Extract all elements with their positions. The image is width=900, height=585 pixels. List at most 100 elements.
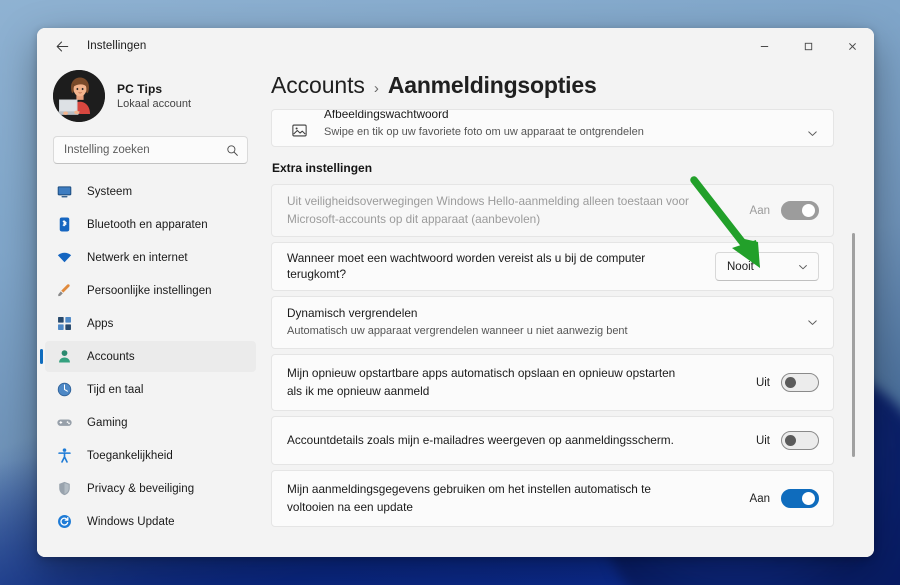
page-title: Aanmeldingsopties <box>388 72 597 99</box>
sidebar-item-netwerk-en-internet[interactable]: Netwerk en internet <box>45 242 256 273</box>
chevron-down-icon[interactable] <box>806 127 819 140</box>
sidebar-item-label: Systeem <box>87 186 132 198</box>
back-arrow-icon <box>55 39 70 54</box>
picture-icon <box>287 122 311 139</box>
card-text: Mijn opnieuw opstartbare apps automatisc… <box>287 365 742 399</box>
sidebar-item-label: Windows Update <box>87 516 175 528</box>
update-refresh-icon <box>55 512 74 531</box>
sidebar-item-privacy-beveiliging[interactable]: Privacy & beveiliging <box>45 473 256 504</box>
sidebar-item-label: Toegankelijkheid <box>87 450 173 462</box>
sidebar-item-label: Apps <box>87 318 113 330</box>
finish-setup-after-update-row: Mijn aanmeldingsgegevens gebruiken om he… <box>271 470 834 527</box>
maximize-button[interactable] <box>786 28 830 64</box>
sidebar-item-tijd-en-taal[interactable]: Tijd en taal <box>45 374 256 405</box>
apps-grid-icon <box>55 314 74 333</box>
restartable-apps-toggle[interactable] <box>781 373 819 392</box>
sidebar-item-label: Accounts <box>87 351 135 363</box>
window-controls <box>742 28 874 64</box>
toggle-group: Uit <box>756 373 819 392</box>
card-title: Wanneer moet een wachtwoord worden verei… <box>287 251 701 283</box>
sidebar-item-accounts[interactable]: Accounts <box>45 341 256 372</box>
toggle-group: Aan <box>750 489 819 508</box>
content-scrollbar[interactable] <box>848 229 859 557</box>
maximize-icon <box>803 41 814 52</box>
sidebar-nav-list: Systeem Bluetooth en apparaten <box>37 174 264 557</box>
account-type: Lokaal account <box>117 98 191 110</box>
breadcrumb-parent-link[interactable]: Accounts <box>271 72 365 99</box>
wifi-icon <box>55 248 74 267</box>
scrollbar-thumb[interactable] <box>852 233 855 457</box>
sidebar-item-label: Persoonlijke instellingen <box>87 285 212 297</box>
clock-globe-icon <box>55 380 74 399</box>
toggle-state-label: Aan <box>750 493 770 505</box>
card-title: Mijn opnieuw opstartbare apps automatisc… <box>287 365 679 399</box>
windows-hello-only-row: Uit veiligheidsoverwegingen Windows Hell… <box>271 184 834 237</box>
sidebar-item-toegankelijkheid[interactable]: Toegankelijkheid <box>45 440 256 471</box>
card-text: Wanneer moet een wachtwoord worden verei… <box>287 251 701 283</box>
window-title: Instellingen <box>87 40 146 52</box>
card-subtitle: Swipe en tik op uw favoriete foto om uw … <box>324 125 796 140</box>
sidebar-item-windows-update[interactable]: Windows Update <box>45 506 256 537</box>
require-signin-dropdown[interactable]: Nooit <box>715 252 819 281</box>
monitor-icon <box>55 182 74 201</box>
card-text: Afbeeldingswachtwoord Swipe en tik op uw… <box>324 109 796 140</box>
breadcrumb: Accounts › Aanmeldingsopties <box>271 64 874 109</box>
close-button[interactable] <box>830 28 874 64</box>
avatar <box>53 70 105 122</box>
settings-scroll-area: Afbeeldingswachtwoord Swipe en tik op uw… <box>271 109 874 555</box>
toggle-group: Aan <box>750 201 819 220</box>
breadcrumb-separator-icon: › <box>374 80 379 97</box>
card-title: Dynamisch vergrendelen <box>287 306 796 322</box>
sidebar-item-label: Privacy & beveiliging <box>87 483 194 495</box>
content-pane: Accounts › Aanmeldingsopties Afbee <box>264 64 874 557</box>
card-text: Accountdetails zoals mijn e-mailadres we… <box>287 433 742 449</box>
dynamic-lock-row[interactable]: Dynamisch vergrendelen Automatisch uw ap… <box>271 296 834 349</box>
gamepad-icon <box>55 413 74 432</box>
sidebar-item-bluetooth-en-apparaten[interactable]: Bluetooth en apparaten <box>45 209 256 240</box>
person-icon <box>55 347 74 366</box>
sidebar-item-persoonlijke-instellingen[interactable]: Persoonlijke instellingen <box>45 275 256 306</box>
close-icon <box>847 41 858 52</box>
dropdown-selected-value: Nooit <box>727 261 754 273</box>
search-wrap <box>37 132 264 174</box>
sidebar-item-label: Tijd en taal <box>87 384 143 396</box>
paintbrush-icon <box>55 281 74 300</box>
back-button[interactable] <box>47 32 77 60</box>
sidebar-item-systeem[interactable]: Systeem <box>45 176 256 207</box>
card-title: Mijn aanmeldingsgegevens gebruiken om he… <box>287 481 687 515</box>
require-signin-row: Wanneer moet een wachtwoord worden verei… <box>271 242 834 291</box>
account-name: PC Tips <box>117 82 191 96</box>
toggle-group: Uit <box>756 431 819 450</box>
card-title: Accountdetails zoals mijn e-mailadres we… <box>287 433 742 449</box>
sidebar: PC Tips Lokaal account <box>37 64 264 557</box>
minimize-button[interactable] <box>742 28 786 64</box>
window-titlebar: Instellingen <box>37 28 874 64</box>
show-account-details-row: Accountdetails zoals mijn e-mailadres we… <box>271 416 834 465</box>
picture-password-card[interactable]: Afbeeldingswachtwoord Swipe en tik op uw… <box>271 109 834 147</box>
search-input[interactable] <box>64 137 226 163</box>
card-title: Uit veiligheidsoverwegingen Windows Hell… <box>287 193 736 227</box>
sidebar-item-label: Gaming <box>87 417 128 429</box>
finish-setup-after-update-toggle[interactable] <box>781 489 819 508</box>
restartable-apps-row: Mijn opnieuw opstartbare apps automatisc… <box>271 354 834 411</box>
card-text: Uit veiligheidsoverwegingen Windows Hell… <box>287 193 736 227</box>
section-heading: Extra instellingen <box>272 161 874 175</box>
account-text: PC Tips Lokaal account <box>117 82 191 110</box>
toggle-state-label: Uit <box>756 435 770 447</box>
account-block[interactable]: PC Tips Lokaal account <box>37 64 264 132</box>
search-box[interactable] <box>53 136 248 164</box>
card-title: Afbeeldingswachtwoord <box>324 109 796 123</box>
chevron-down-icon[interactable] <box>806 316 819 329</box>
settings-window: Instellingen <box>37 28 874 557</box>
bluetooth-icon <box>55 215 74 234</box>
windows-hello-only-toggle <box>781 201 819 220</box>
shield-icon <box>55 479 74 498</box>
user-avatar-illustration <box>53 70 105 122</box>
search-icon <box>226 144 239 157</box>
sidebar-item-label: Netwerk en internet <box>87 252 188 264</box>
sidebar-item-gaming[interactable]: Gaming <box>45 407 256 438</box>
card-text: Dynamisch vergrendelen Automatisch uw ap… <box>287 306 796 339</box>
show-account-details-toggle[interactable] <box>781 431 819 450</box>
window-body: PC Tips Lokaal account <box>37 64 874 557</box>
sidebar-item-apps[interactable]: Apps <box>45 308 256 339</box>
